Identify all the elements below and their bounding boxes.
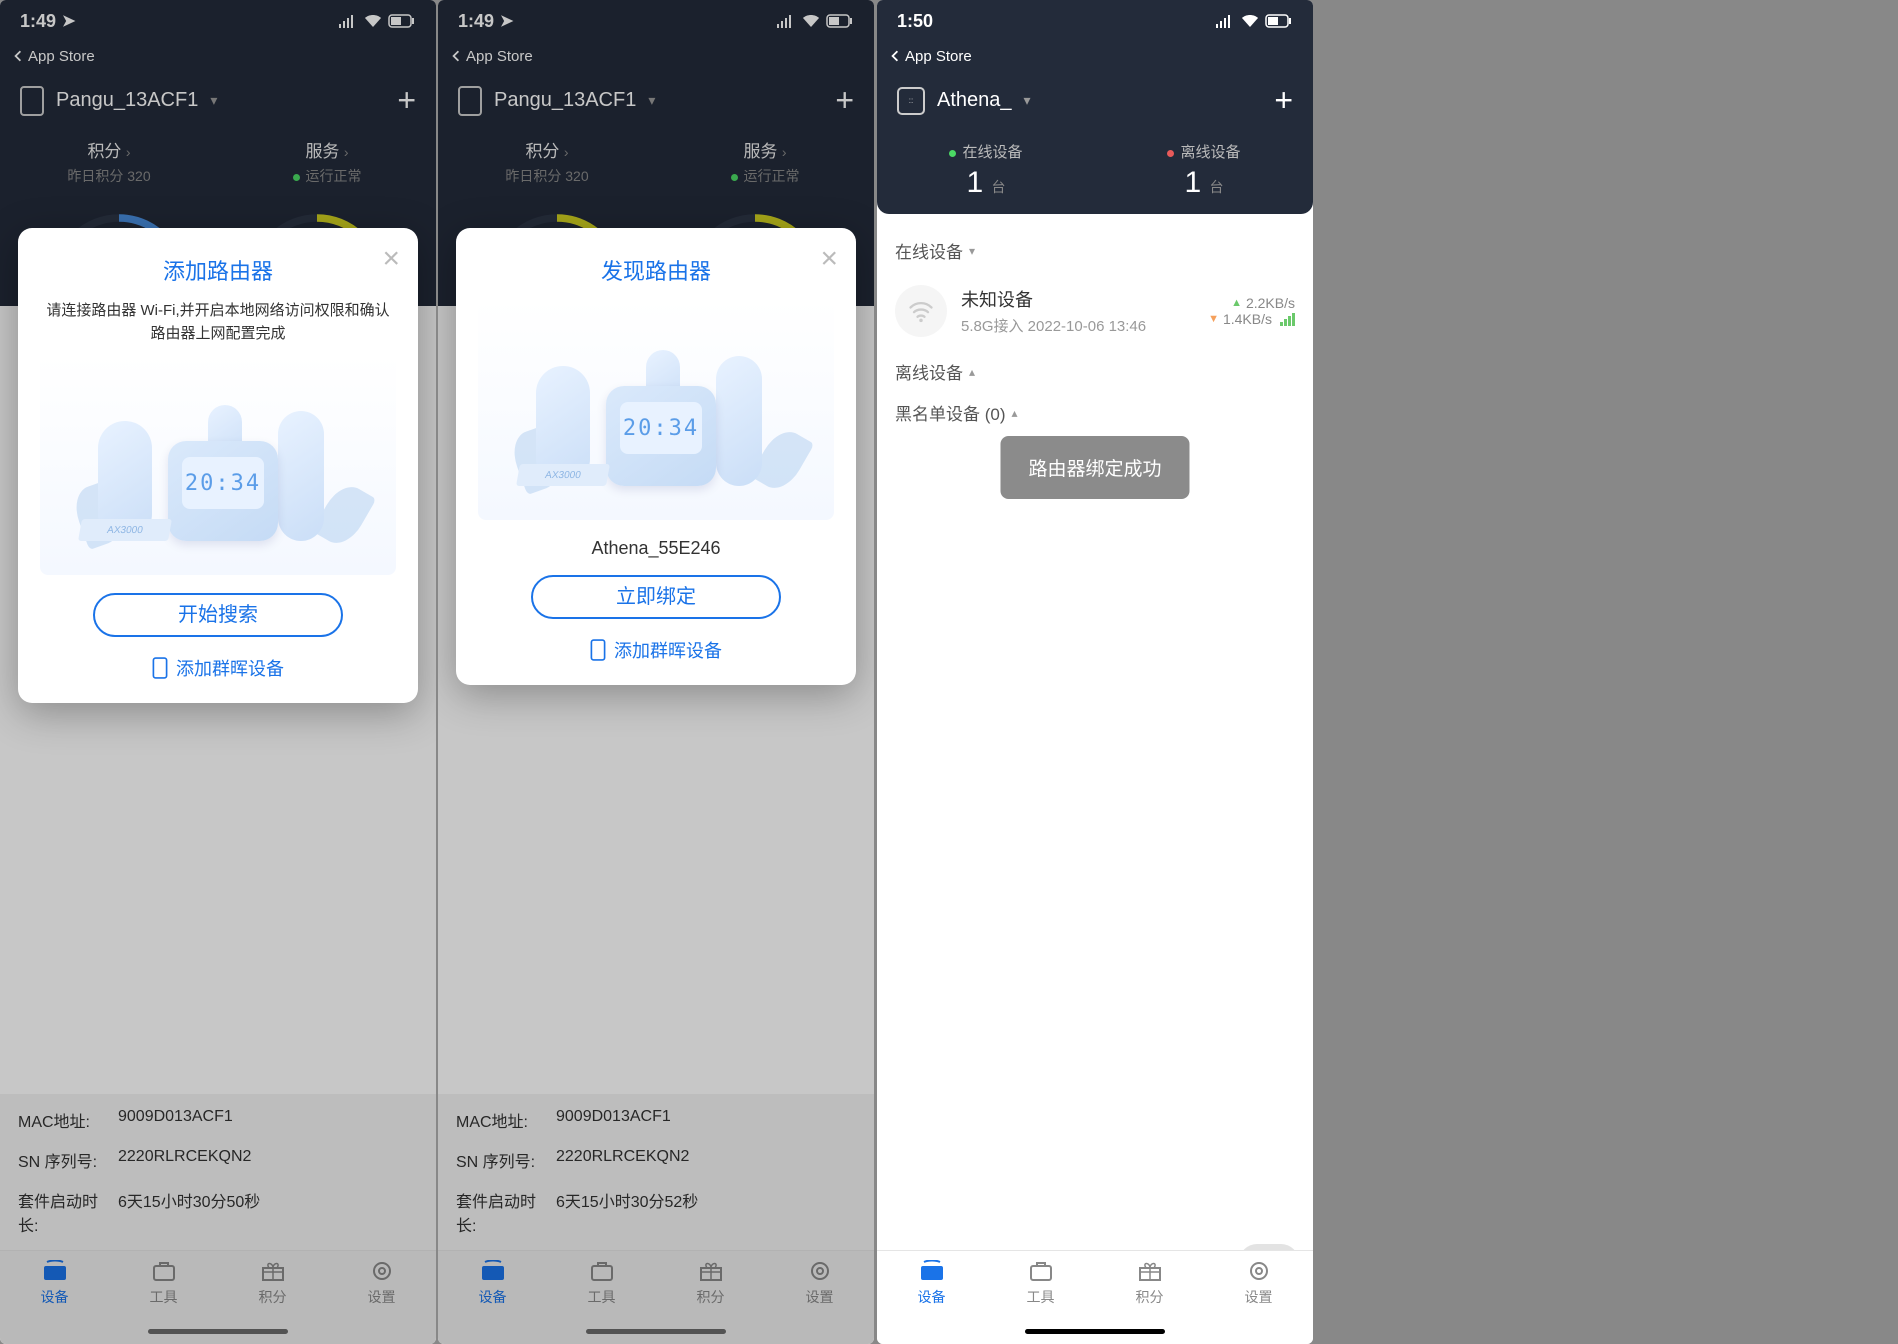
success-toast: 路由器绑定成功 bbox=[1000, 436, 1189, 499]
status-bar: 1:49 ➤ bbox=[0, 0, 436, 42]
router-icon: :: bbox=[897, 87, 925, 115]
chevron-right-icon: › bbox=[344, 144, 349, 160]
status-dot-icon bbox=[293, 174, 300, 181]
tab-device[interactable]: 设备 bbox=[438, 1259, 547, 1344]
router-icon bbox=[458, 86, 482, 116]
status-dot-icon bbox=[949, 150, 956, 157]
close-icon[interactable]: × bbox=[820, 242, 838, 276]
service-stat[interactable]: 服务 › 运行正常 bbox=[218, 137, 436, 186]
device-icon bbox=[41, 1259, 69, 1283]
points-stat[interactable]: 积分 › 昨日积分 320 bbox=[438, 137, 656, 186]
gift-icon bbox=[1136, 1259, 1164, 1283]
device-speed: ▲2.2KB/s ▼1.4KB/s bbox=[1208, 295, 1295, 327]
add-button[interactable]: + bbox=[835, 82, 854, 119]
modal-subtitle: 请连接路由器 Wi-Fi,并开启本地网络访问权限和确认路由器上网配置完成 bbox=[40, 300, 396, 345]
chevron-right-icon: › bbox=[126, 144, 131, 160]
arrow-up-icon: ▲ bbox=[1231, 297, 1242, 309]
router-illustration: 20:34 AX3000 bbox=[40, 355, 396, 575]
chevron-down-icon: ▾ bbox=[1024, 92, 1031, 109]
status-bar: 1:49 ➤ bbox=[438, 0, 874, 42]
home-indicator[interactable] bbox=[1025, 1329, 1165, 1334]
device-info: MAC地址:9009D013ACF1 SN 序列号:2220RLRCEKQN2 … bbox=[438, 1094, 874, 1250]
service-stat[interactable]: 服务 › 运行正常 bbox=[656, 137, 874, 186]
offline-stat[interactable]: 离线设备 1 台 bbox=[1095, 141, 1313, 200]
location-icon: ➤ bbox=[500, 11, 513, 31]
chevron-down-icon: ▾ bbox=[648, 92, 655, 109]
tab-bar: 设备 工具 积分 设置 bbox=[877, 1250, 1313, 1344]
tools-icon bbox=[150, 1259, 178, 1283]
status-icons bbox=[1215, 14, 1293, 28]
add-button[interactable]: + bbox=[397, 82, 416, 119]
add-synology-link[interactable]: 添加群晖设备 bbox=[40, 655, 396, 681]
phone-icon bbox=[590, 639, 606, 661]
add-router-modal: × 添加路由器 请连接路由器 Wi-Fi,并开启本地网络访问权限和确认路由器上网… bbox=[18, 228, 418, 703]
appstore-back-link[interactable]: App Store bbox=[0, 42, 436, 70]
tab-settings[interactable]: 设置 bbox=[327, 1259, 436, 1344]
gift-icon bbox=[697, 1259, 725, 1283]
time-label: 1:49 bbox=[20, 11, 56, 32]
device-icon bbox=[918, 1259, 946, 1283]
router-icon bbox=[20, 86, 44, 116]
start-search-button[interactable]: 开始搜索 bbox=[93, 593, 343, 637]
gear-icon bbox=[806, 1259, 834, 1283]
tab-settings[interactable]: 设置 bbox=[765, 1259, 874, 1344]
gear-icon bbox=[1245, 1259, 1273, 1283]
status-icons bbox=[338, 14, 416, 28]
time-label: 1:50 bbox=[897, 11, 933, 32]
appstore-back-link[interactable]: App Store bbox=[877, 42, 1313, 70]
router-selector[interactable]: Pangu_13ACF1 ▾ bbox=[458, 86, 655, 116]
status-icons bbox=[776, 14, 854, 28]
chevron-down-icon: ▾ bbox=[969, 244, 975, 258]
found-router-name: Athena_55E246 bbox=[478, 538, 834, 559]
points-stat[interactable]: 积分 › 昨日积分 320 bbox=[0, 137, 218, 186]
online-stat[interactable]: 在线设备 1 台 bbox=[877, 141, 1095, 200]
tools-icon bbox=[588, 1259, 616, 1283]
tools-icon bbox=[1027, 1259, 1055, 1283]
signal-bars-icon bbox=[1280, 313, 1295, 326]
router-selector[interactable]: Pangu_13ACF1 ▾ bbox=[20, 86, 217, 116]
status-dot-icon bbox=[1167, 150, 1174, 157]
device-name: 未知设备 bbox=[961, 286, 1194, 312]
gear-icon bbox=[368, 1259, 396, 1283]
section-blacklist[interactable]: 黑名单设备 (0)▴ bbox=[877, 392, 1313, 433]
appstore-back-link[interactable]: App Store bbox=[438, 42, 874, 70]
section-offline[interactable]: 离线设备▴ bbox=[877, 351, 1313, 392]
router-illustration: 20:34 AX3000 bbox=[478, 300, 834, 520]
router-selector[interactable]: :: Athena_ ▾ bbox=[897, 87, 1031, 115]
status-bar: 1:50 bbox=[877, 0, 1313, 42]
chevron-up-icon: ▴ bbox=[1012, 406, 1018, 420]
status-dot-icon bbox=[731, 174, 738, 181]
chevron-down-icon: ▾ bbox=[210, 92, 217, 109]
device-icon bbox=[479, 1259, 507, 1283]
phone-icon bbox=[152, 657, 168, 679]
home-indicator[interactable] bbox=[586, 1329, 726, 1334]
tab-bar: 设备 工具 积分 设置 bbox=[438, 1250, 874, 1344]
wifi-device-icon bbox=[895, 285, 947, 337]
add-synology-link[interactable]: 添加群晖设备 bbox=[478, 637, 834, 663]
arrow-down-icon: ▼ bbox=[1208, 313, 1219, 325]
chevron-right-icon: › bbox=[782, 144, 787, 160]
location-icon: ➤ bbox=[62, 11, 75, 31]
bind-button[interactable]: 立即绑定 bbox=[531, 575, 781, 619]
found-router-modal: × 发现路由器 20:34 AX3000 Athena_55E246 立即绑定 … bbox=[456, 228, 856, 685]
device-list-item[interactable]: 未知设备 5.8G接入 2022-10-06 13:46 ▲2.2KB/s ▼1… bbox=[877, 271, 1313, 351]
gift-icon bbox=[259, 1259, 287, 1283]
tab-device[interactable]: 设备 bbox=[0, 1259, 109, 1344]
add-button[interactable]: + bbox=[1274, 82, 1293, 119]
device-meta: 5.8G接入 2022-10-06 13:46 bbox=[961, 315, 1194, 336]
time-label: 1:49 bbox=[458, 11, 494, 32]
home-indicator[interactable] bbox=[148, 1329, 288, 1334]
section-online[interactable]: 在线设备▾ bbox=[877, 230, 1313, 271]
modal-title: 添加路由器 bbox=[40, 254, 396, 286]
close-icon[interactable]: × bbox=[382, 242, 400, 276]
tab-bar: 设备 工具 积分 设置 bbox=[0, 1250, 436, 1344]
modal-title: 发现路由器 bbox=[478, 254, 834, 286]
device-info: MAC地址:9009D013ACF1 SN 序列号:2220RLRCEKQN2 … bbox=[0, 1094, 436, 1250]
tab-settings[interactable]: 设置 bbox=[1204, 1259, 1313, 1344]
chevron-up-icon: ▴ bbox=[969, 365, 975, 379]
chevron-right-icon: › bbox=[564, 144, 569, 160]
tab-device[interactable]: 设备 bbox=[877, 1259, 986, 1344]
